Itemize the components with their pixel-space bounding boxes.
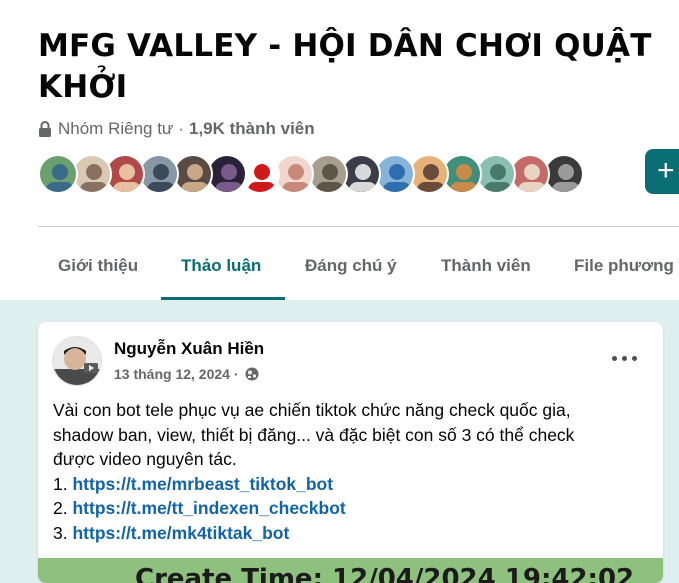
post-link[interactable]: https://t.me/mrbeast_tiktok_bot — [72, 474, 333, 494]
globe-icon — [245, 367, 259, 381]
author-avatar-image — [53, 337, 101, 385]
post-image-preview[interactable]: Create Time: 12/04/2024 19:42:02 — [38, 558, 663, 583]
member-avatar[interactable] — [38, 154, 78, 194]
tab-about[interactable]: Giới thiệu — [58, 240, 138, 300]
post-link-row: 3. https://t.me/mk4tiktak_bot — [53, 521, 653, 546]
privacy-label: Nhóm Riêng tư — [58, 119, 174, 138]
post-date[interactable]: 13 tháng 12, 2024 · — [114, 366, 239, 382]
tab-featured[interactable]: Đáng chú ý — [305, 240, 397, 300]
member-avatar[interactable] — [139, 154, 180, 194]
meta-separator: · — [178, 119, 184, 138]
header-divider — [38, 226, 679, 227]
post-text-line: shadow ban, view, thiết bị đăng... và đặ… — [53, 424, 575, 445]
invite-button[interactable]: + — [645, 149, 679, 194]
tab-discussion[interactable]: Thảo luận — [181, 240, 261, 300]
tab-members[interactable]: Thành viên — [441, 240, 531, 300]
post-link[interactable]: https://t.me/mk4tiktak_bot — [72, 523, 289, 543]
group-header: MFG VALLEY - HỘI DÂN CHƠI QUẬT KHỞI Nhóm… — [0, 0, 679, 300]
member-avatar[interactable] — [476, 154, 517, 194]
post-text-line: được video nguyên tác. — [53, 449, 237, 469]
post-text-line: Vài con bot tele phục vụ ae chiến tiktok… — [53, 400, 571, 420]
preview-text: Create Time: 12/04/2024 19:42:02 — [135, 564, 635, 583]
post-link[interactable]: https://t.me/tt_indexen_checkbot — [72, 498, 345, 518]
link-number: 1. — [53, 473, 68, 494]
post-link-row: 2. https://t.me/tt_indexen_checkbot — [53, 496, 653, 521]
lock-icon — [39, 121, 51, 137]
author-avatar[interactable] — [52, 336, 102, 386]
group-title[interactable]: MFG VALLEY - HỘI DÂN CHƠI QUẬT KHỞI — [38, 26, 658, 108]
post-link-row: 1. https://t.me/mrbeast_tiktok_bot — [53, 472, 653, 497]
post-author[interactable]: Nguyễn Xuân Hiền — [114, 339, 264, 359]
post-date-row: 13 tháng 12, 2024 · — [114, 366, 259, 382]
group-meta: Nhóm Riêng tư · 1,9K thành viên — [38, 118, 315, 140]
more-options-icon[interactable] — [610, 348, 640, 368]
post-card: Nguyễn Xuân Hiền 13 tháng 12, 2024 · Vài… — [38, 322, 663, 583]
post-body: Vài con bot tele phục vụ ae chiến tiktok… — [53, 398, 653, 545]
member-count[interactable]: 1,9K thành viên — [189, 119, 315, 139]
link-number: 2. — [53, 498, 68, 518]
tab-files[interactable]: File phương — [574, 240, 674, 300]
link-number: 3. — [53, 522, 68, 543]
